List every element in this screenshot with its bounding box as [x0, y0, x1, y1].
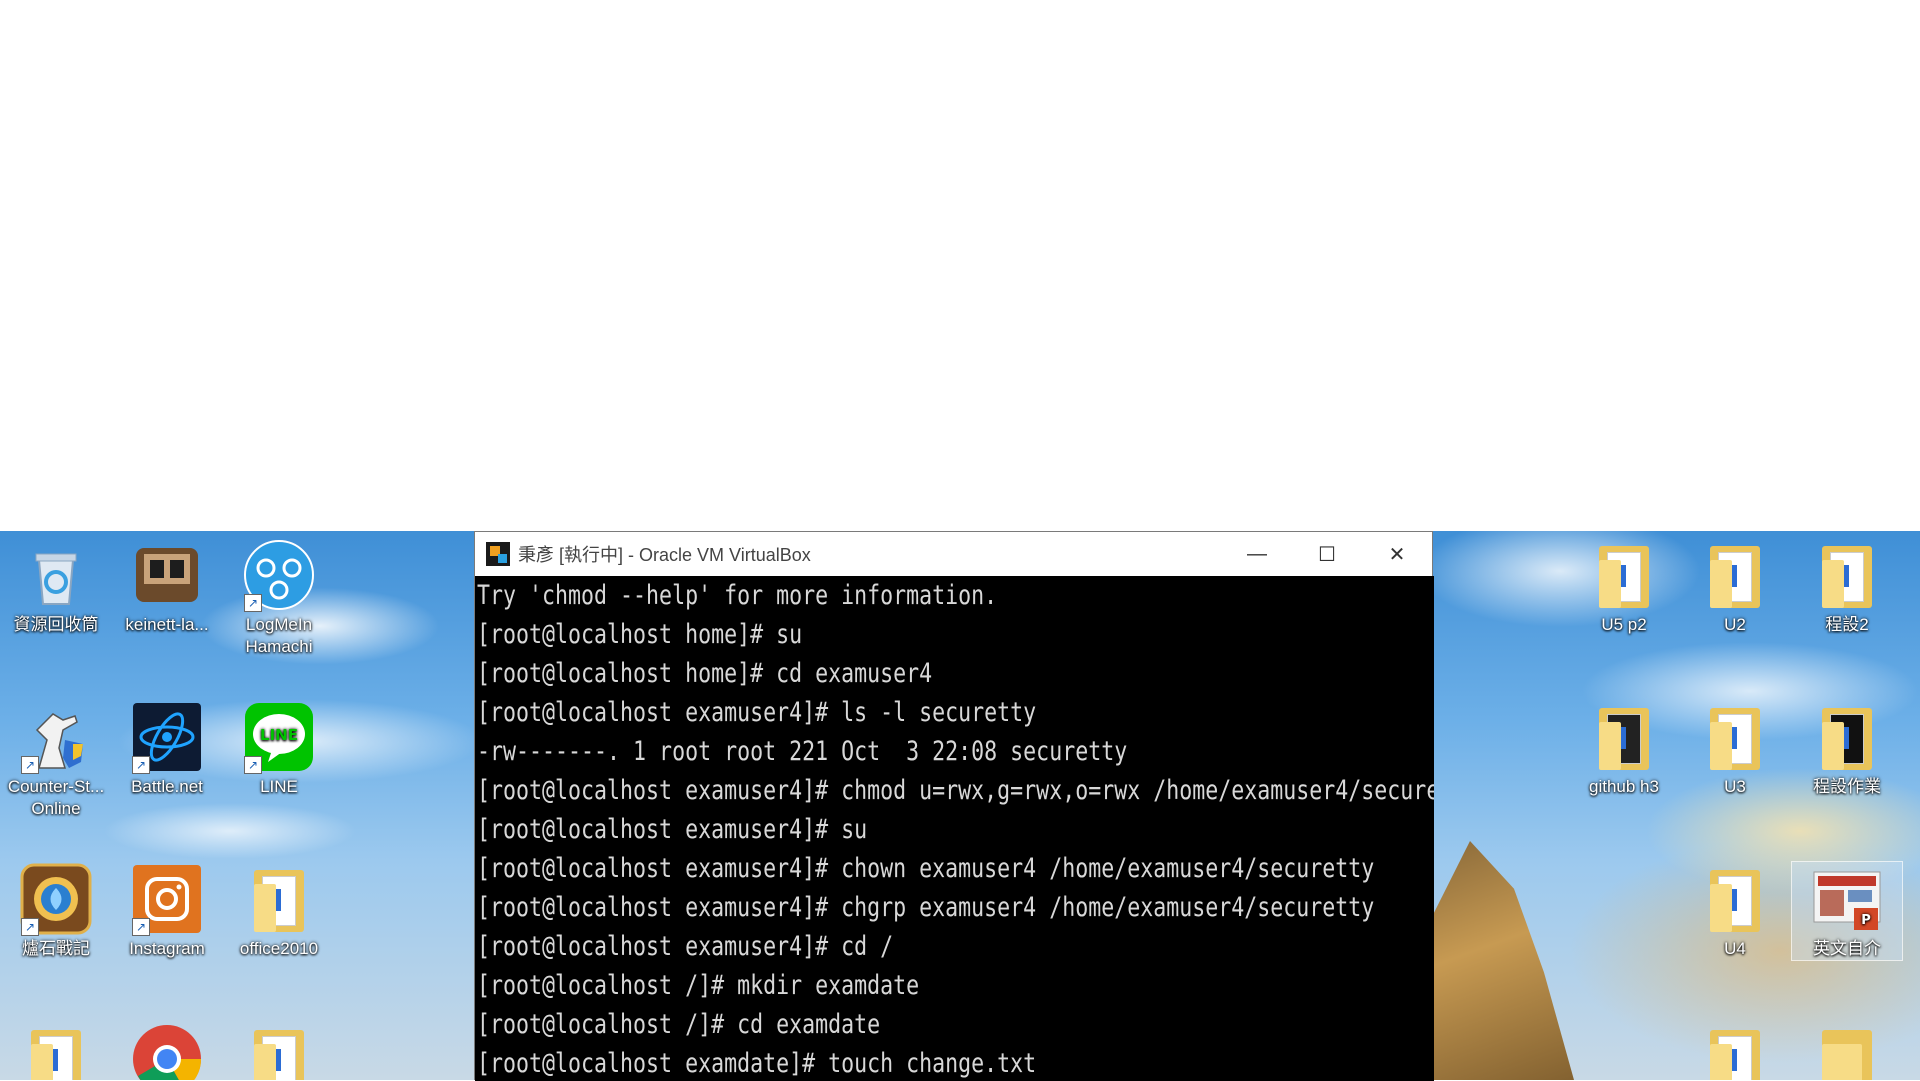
- desktop-icon-counter-strike[interactable]: ↗ Counter-St... Online: [1, 700, 111, 820]
- maximize-icon: ☐: [1318, 543, 1336, 566]
- desktop-icon-u4[interactable]: U4: [1680, 862, 1790, 960]
- desktop-icon-folder-partial[interactable]: [1, 1022, 111, 1080]
- desktop-icon-label: office2010: [239, 939, 319, 958]
- shortcut-arrow-icon: ↗: [244, 594, 262, 612]
- window-title: 秉彥 [執行中] - Oracle VM VirtualBox: [518, 545, 811, 565]
- desktop-icon-instagram[interactable]: ↗ Instagram: [112, 862, 222, 960]
- desktop-icon-label: U2: [1724, 615, 1746, 634]
- desktop-icon-label: Battle.net: [131, 777, 203, 796]
- shortcut-arrow-icon: ↗: [244, 756, 262, 774]
- svg-text:P: P: [1861, 913, 1871, 928]
- shortcut-arrow-icon: ↗: [132, 756, 150, 774]
- chrome-icon: [130, 1022, 204, 1080]
- console-line: Try 'chmod --help' for more information.: [477, 580, 998, 611]
- desktop-icon-label: 爐石戰記: [22, 939, 90, 958]
- desktop-icon-u2[interactable]: U2: [1680, 538, 1790, 636]
- console-line: [root@localhost /]# cd examdate: [477, 1009, 881, 1040]
- keinett-app-icon: [130, 538, 204, 612]
- console-line: [root@localhost examdate]# touch change.…: [477, 1048, 1037, 1079]
- desktop-icon-english-intro[interactable]: P 英文自介: [1791, 861, 1903, 961]
- console-line: [root@localhost examuser4]# cd /: [477, 931, 894, 962]
- console-line: [root@localhost examuser4]# chgrp examus…: [477, 892, 1375, 923]
- folder-icon: [1587, 700, 1661, 774]
- folder-icon: [1810, 538, 1884, 612]
- instagram-icon: ↗: [130, 862, 204, 936]
- folder-icon: [1698, 538, 1772, 612]
- desktop-icon-battlenet[interactable]: ↗ Battle.net: [112, 700, 222, 798]
- desktop-icon-label: U5 p2: [1601, 615, 1647, 634]
- desktop-icon-label: github h3: [1589, 777, 1659, 796]
- folder-icon: [1698, 1022, 1772, 1080]
- desktop-icon-hamachi[interactable]: ↗ LogMeIn Hamachi: [224, 538, 334, 658]
- console-line: [root@localhost /]# mkdir examdate: [477, 970, 920, 1001]
- desktop-icon-folder-partial[interactable]: [1792, 1022, 1902, 1080]
- desktop-icon-label: 資源回收筒: [13, 615, 99, 634]
- line-logo-text: LINE: [260, 726, 298, 744]
- desktop-icon-recycle-bin[interactable]: 資源回收筒: [1, 538, 111, 636]
- desktop-icon-chrome-partial[interactable]: [112, 1022, 222, 1080]
- desktop-icon-label: U3: [1724, 777, 1746, 796]
- desktop-icon-github-h3[interactable]: github h3: [1569, 700, 1679, 798]
- console-line: -rw-------. 1 root root 221 Oct 3 22:08 …: [477, 736, 1128, 767]
- hamachi-icon: ↗: [242, 538, 316, 612]
- desktop-icon-label: 英文自介: [1813, 939, 1881, 958]
- counter-strike-icon: ↗: [19, 700, 93, 774]
- console-line: [root@localhost examuser4]# su: [477, 814, 868, 845]
- desktop-icon-chengshe-homework[interactable]: 程設作業: [1792, 700, 1902, 798]
- desktop-icon-office2010[interactable]: office2010: [224, 862, 334, 960]
- folder-icon: [1810, 700, 1884, 774]
- desktop-icon-label: Counter-St... Online: [7, 777, 105, 818]
- folder-icon: [1810, 1022, 1884, 1080]
- console-line: [root@localhost examuser4]# chmod u=rwx,…: [477, 775, 1434, 806]
- recycle-bin-icon: [19, 538, 93, 612]
- folder-icon: [19, 1022, 93, 1080]
- folder-icon: [1698, 862, 1772, 936]
- desktop-icon-u5p2[interactable]: U5 p2: [1569, 538, 1679, 636]
- hearthstone-icon: ↗: [19, 862, 93, 936]
- wallpaper-cliff: [1434, 841, 1574, 1080]
- desktop-icon-u3[interactable]: U3: [1680, 700, 1790, 798]
- virtualbox-app-icon: [486, 542, 510, 566]
- desktop-icon-keinett[interactable]: keinett-la...: [112, 538, 222, 636]
- window-titlebar[interactable]: 秉彥 [執行中] - Oracle VM VirtualBox — ☐ ✕: [475, 532, 1432, 576]
- maximize-button[interactable]: ☐: [1292, 532, 1362, 576]
- desktop-icon-line[interactable]: LINE ↗ LINE: [224, 700, 334, 798]
- line-icon: LINE ↗: [242, 700, 316, 774]
- close-button[interactable]: ✕: [1362, 532, 1432, 576]
- vm-console[interactable]: Try 'chmod --help' for more information.…: [475, 576, 1434, 1081]
- console-line: [root@localhost home]# su: [477, 619, 803, 650]
- minimize-icon: —: [1247, 542, 1267, 565]
- desktop-icon-label: 程設2: [1825, 615, 1869, 634]
- folder-icon: [242, 1022, 316, 1080]
- virtualbox-window[interactable]: 秉彥 [執行中] - Oracle VM VirtualBox — ☐ ✕ Tr…: [474, 531, 1434, 1081]
- minimize-button[interactable]: —: [1222, 532, 1292, 576]
- shortcut-arrow-icon: ↗: [21, 756, 39, 774]
- console-line: [root@localhost examuser4]# chown examus…: [477, 853, 1375, 884]
- desktop-icon-folder-partial[interactable]: [1680, 1022, 1790, 1080]
- desktop-icon-label: keinett-la...: [125, 615, 209, 634]
- desktop-icon-label: U4: [1724, 939, 1746, 958]
- folder-icon: [1587, 538, 1661, 612]
- desktop-icon-label: LINE: [260, 777, 298, 796]
- desktop-icon-label: Instagram: [129, 939, 205, 958]
- desktop-icon-hearthstone[interactable]: ↗ 爐石戰記: [1, 862, 111, 960]
- console-line: [root@localhost home]# cd examuser4: [477, 658, 933, 689]
- shortcut-arrow-icon: ↗: [132, 918, 150, 936]
- folder-icon: [242, 862, 316, 936]
- desktop-icon-label: 程設作業: [1813, 777, 1881, 796]
- desktop-icon-label: LogMeIn Hamachi: [245, 615, 313, 656]
- powerpoint-file-icon: P: [1810, 862, 1884, 936]
- close-icon: ✕: [1388, 543, 1406, 566]
- battlenet-icon: ↗: [130, 700, 204, 774]
- folder-icon: [1698, 700, 1772, 774]
- desktop-icon-folder-partial[interactable]: [224, 1022, 334, 1080]
- blank-area: [0, 0, 1920, 531]
- shortcut-arrow-icon: ↗: [21, 918, 39, 936]
- console-line: [root@localhost examuser4]# ls -l secure…: [477, 697, 1037, 728]
- desktop-icon-chengshe2[interactable]: 程設2: [1792, 538, 1902, 636]
